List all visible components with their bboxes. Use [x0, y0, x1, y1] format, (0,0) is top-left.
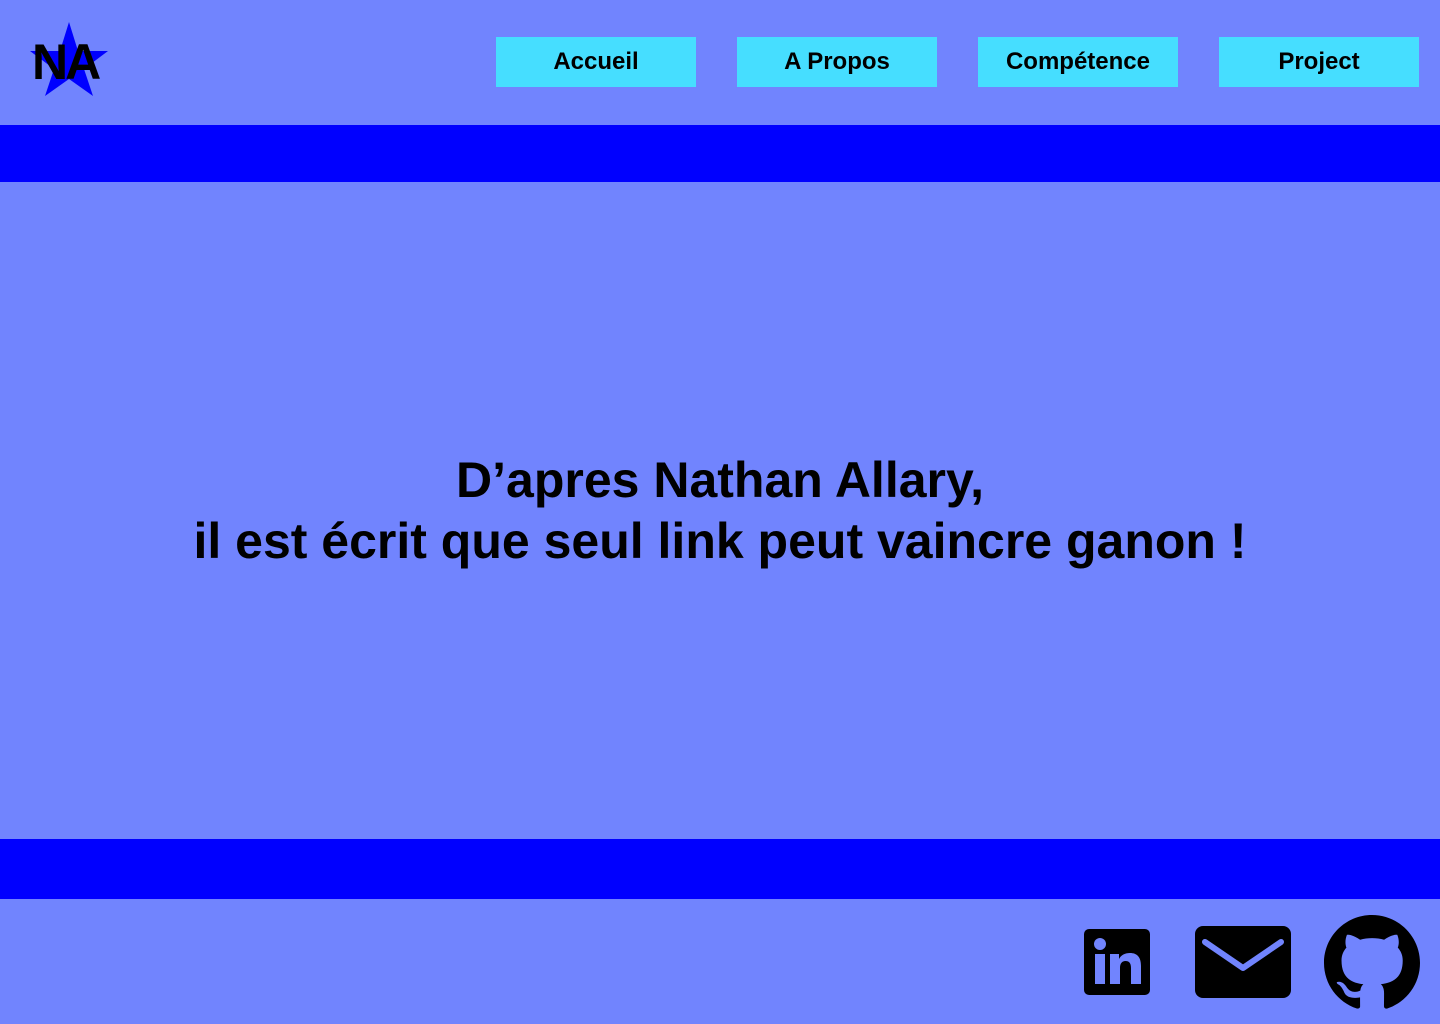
mail-link[interactable] — [1195, 926, 1291, 998]
nav-competence-button[interactable]: Compétence — [978, 37, 1178, 87]
nav-project-button[interactable]: Project — [1219, 37, 1419, 87]
linkedin-link[interactable] — [1084, 929, 1150, 995]
main-content: D’apres Nathan Allary, il est écrit que … — [0, 182, 1440, 839]
mail-icon — [1195, 926, 1291, 998]
quote-line-2: il est écrit que seul link peut vaincre … — [193, 513, 1247, 569]
logo-text: NA — [32, 34, 101, 90]
site-header: NA Accueil A Propos Compétence Project — [0, 0, 1440, 125]
bottom-divider-band — [0, 839, 1440, 899]
logo[interactable]: NA — [30, 20, 110, 98]
nav-a-propos-button[interactable]: A Propos — [737, 37, 937, 87]
nav-accueil-button[interactable]: Accueil — [496, 37, 696, 87]
top-divider-band — [0, 125, 1440, 182]
quote-line-1: D’apres Nathan Allary, — [456, 452, 984, 508]
hero-quote: D’apres Nathan Allary, il est écrit que … — [0, 450, 1440, 572]
github-icon — [1324, 915, 1420, 1009]
github-link[interactable] — [1324, 915, 1420, 1011]
linkedin-icon — [1084, 929, 1150, 995]
site-footer — [0, 899, 1440, 1024]
